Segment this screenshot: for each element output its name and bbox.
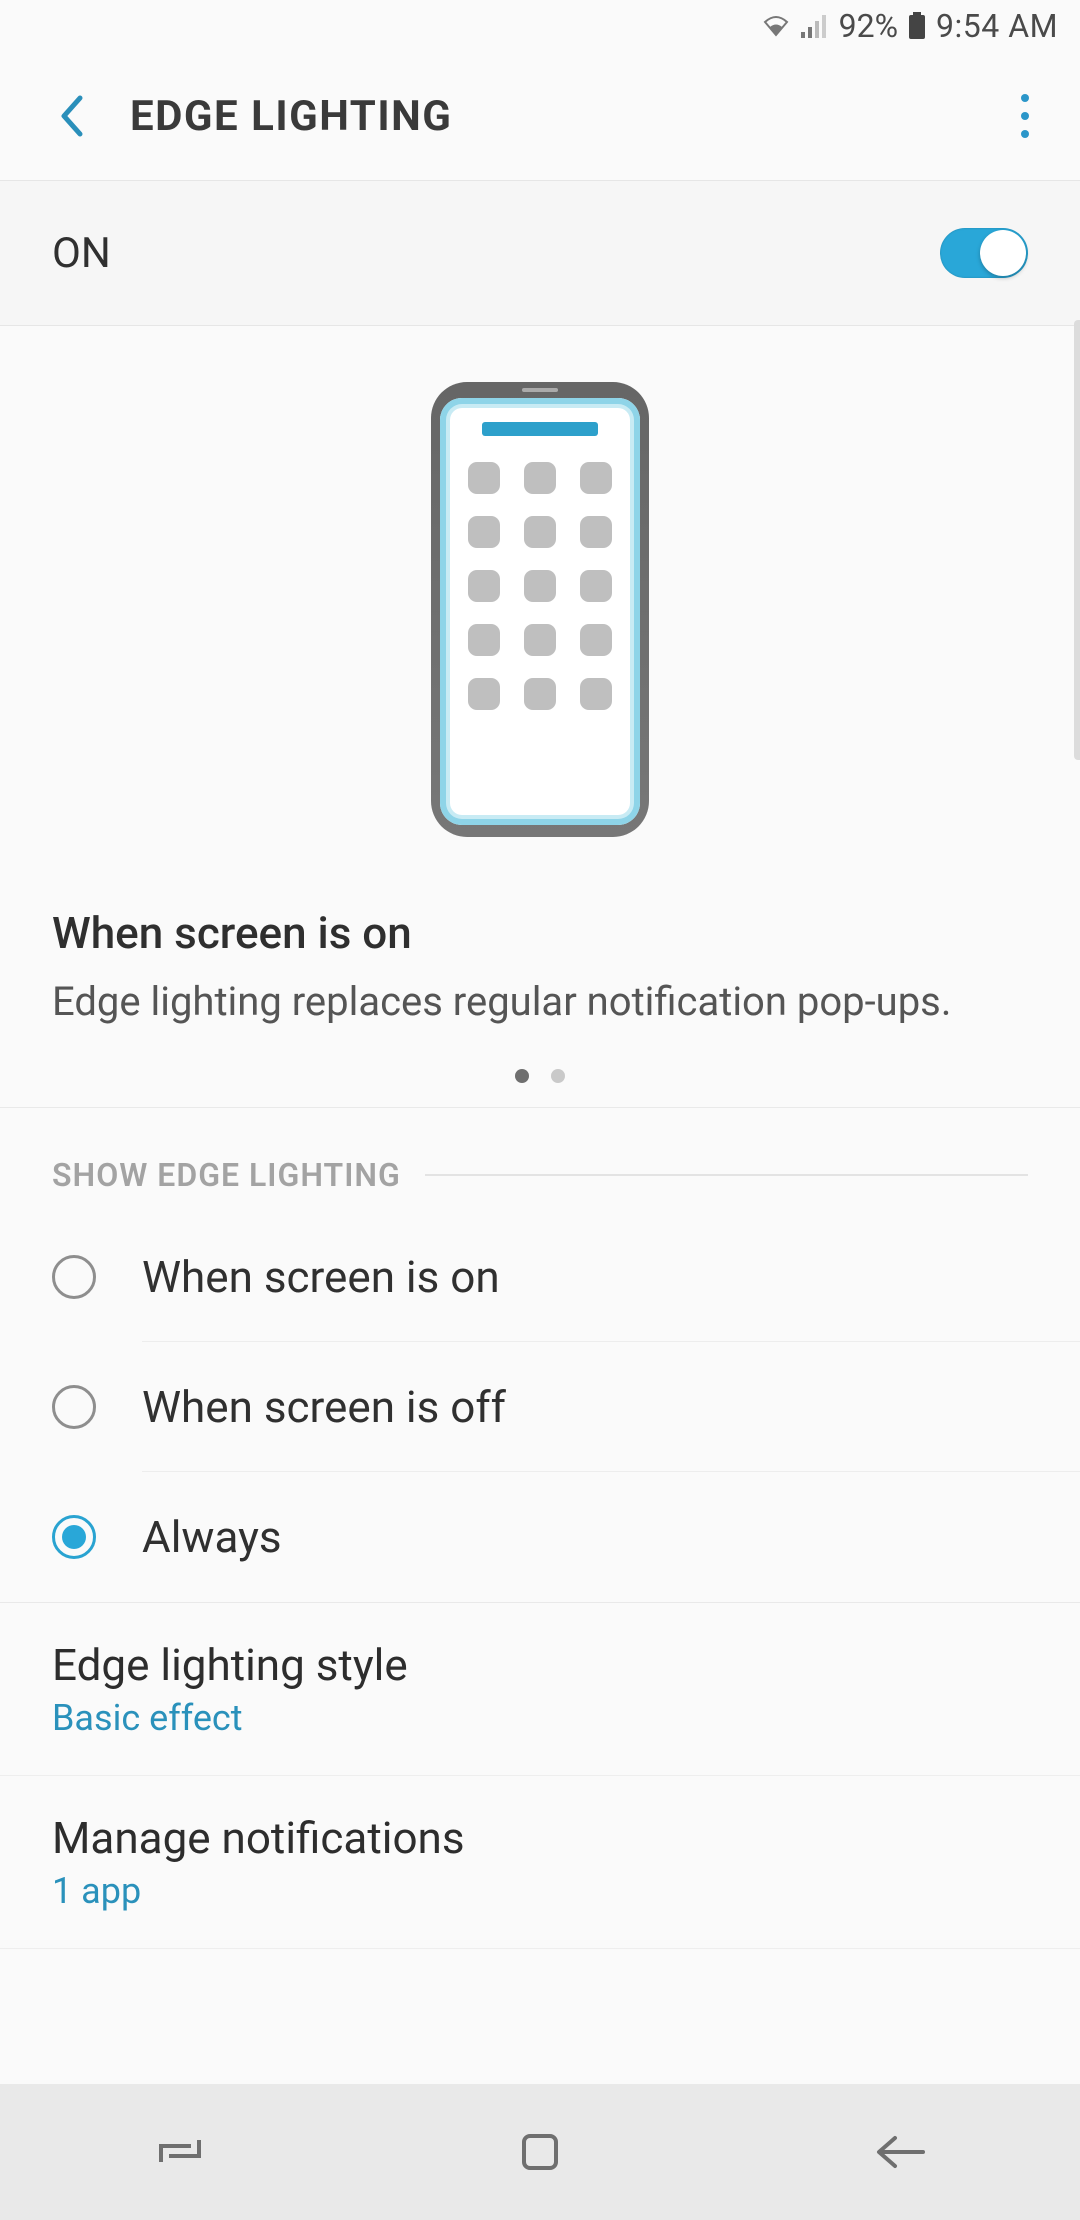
- master-toggle-switch[interactable]: [940, 228, 1028, 278]
- page-dot[interactable]: [551, 1069, 565, 1083]
- phone-illustration: [431, 382, 649, 837]
- nav-back-button[interactable]: [865, 2117, 935, 2187]
- radio-icon: [52, 1515, 96, 1559]
- radio-label: When screen is off: [142, 1381, 506, 1433]
- list-item-edge-lighting-style[interactable]: Edge lighting style Basic effect: [0, 1603, 1080, 1776]
- scroll-indicator[interactable]: [1074, 320, 1080, 760]
- radio-icon: [52, 1255, 96, 1299]
- wifi-icon: [761, 14, 791, 38]
- preview-description: Edge lighting replaces regular notificat…: [52, 975, 1028, 1029]
- section-header-label: SHOW EDGE LIGHTING: [52, 1156, 401, 1194]
- radio-option-always[interactable]: Always: [52, 1472, 1080, 1602]
- signal-icon: [801, 14, 829, 38]
- master-toggle-row[interactable]: ON: [0, 180, 1080, 326]
- radio-label: When screen is on: [142, 1251, 500, 1303]
- recents-icon: [155, 2132, 205, 2172]
- home-icon: [519, 2131, 561, 2173]
- back-button[interactable]: [52, 96, 92, 136]
- clock: 9:54 AM: [936, 7, 1058, 45]
- master-toggle-label: ON: [52, 229, 940, 278]
- preview-panel[interactable]: When screen is on Edge lighting replaces…: [0, 326, 1080, 1108]
- list-item-title: Manage notifications: [52, 1812, 1028, 1864]
- navigation-bar: [0, 2084, 1080, 2220]
- home-button[interactable]: [505, 2117, 575, 2187]
- radio-option-screen-on[interactable]: When screen is on: [52, 1212, 1080, 1342]
- page-title: EDGE LIGHTING: [130, 92, 1000, 141]
- list-item-subtitle: Basic effect: [52, 1697, 1028, 1739]
- app-bar: EDGE LIGHTING: [0, 52, 1080, 180]
- recents-button[interactable]: [145, 2117, 215, 2187]
- radio-group-show: When screen is on When screen is off Alw…: [0, 1212, 1080, 1602]
- battery-icon: [908, 12, 926, 40]
- list-item-manage-notifications[interactable]: Manage notifications 1 app: [0, 1776, 1080, 1949]
- radio-label: Always: [142, 1511, 282, 1563]
- list-item-title: Edge lighting style: [52, 1639, 1028, 1691]
- more-vert-icon: [1021, 89, 1029, 143]
- show-edge-lighting-section: SHOW EDGE LIGHTING When screen is on Whe…: [0, 1108, 1080, 1602]
- radio-icon: [52, 1385, 96, 1429]
- radio-option-screen-off[interactable]: When screen is off: [52, 1342, 1080, 1472]
- switch-knob: [980, 230, 1026, 276]
- page-dot[interactable]: [515, 1069, 529, 1083]
- list-item-subtitle: 1 app: [52, 1870, 1028, 1912]
- preview-title: When screen is on: [52, 907, 1028, 959]
- back-icon: [873, 2132, 927, 2172]
- battery-percent: 92%: [839, 7, 898, 45]
- pager-dots: [52, 1069, 1028, 1083]
- overflow-menu-button[interactable]: [1000, 91, 1050, 141]
- section-header-divider: [425, 1174, 1028, 1176]
- settings-list: Edge lighting style Basic effect Manage …: [0, 1603, 1080, 1949]
- status-bar: 92% 9:54 AM: [0, 0, 1080, 52]
